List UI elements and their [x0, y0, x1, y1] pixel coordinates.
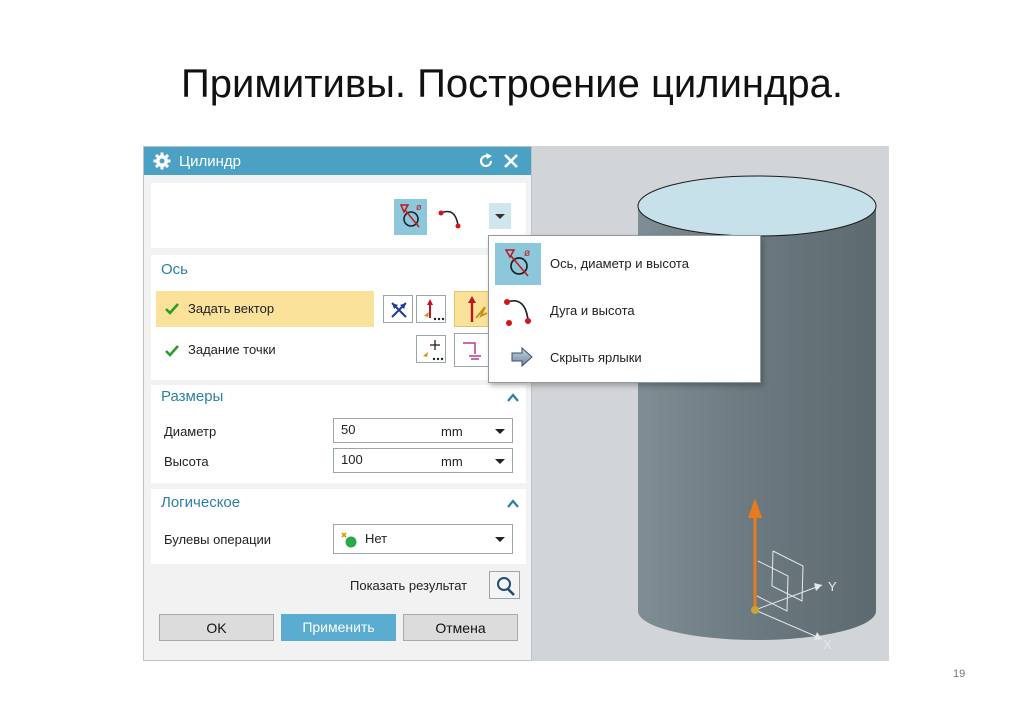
show-result-button[interactable] — [489, 571, 520, 599]
specify-vector-label: Задать вектор — [188, 301, 275, 316]
menu-item-label: Ось, диаметр и высота — [550, 256, 689, 271]
dimensions-section-heading[interactable]: Размеры — [161, 388, 223, 405]
axis-section-heading[interactable]: Ось — [161, 261, 188, 278]
y-axis-label: Y — [828, 579, 837, 594]
chevron-down-icon[interactable] — [495, 429, 505, 434]
dialog-titlebar: Цилиндр — [144, 147, 531, 175]
boolean-section-heading[interactable]: Логическое — [161, 494, 240, 511]
menu-item-label: Дуга и высота — [550, 303, 635, 318]
diameter-label: Диаметр — [164, 424, 217, 439]
arc-height-icon — [495, 290, 541, 332]
axis-diameter-height-icon: ø — [399, 202, 422, 228]
boolean-operations-select[interactable]: Нет — [333, 524, 513, 554]
point-constructor-icon — [423, 340, 444, 361]
height-value: 100 — [341, 452, 363, 467]
diameter-value: 50 — [341, 422, 356, 437]
vector-constructor-icon — [424, 299, 445, 321]
slide-title: Примитивы. Построение цилиндра. — [181, 62, 843, 106]
axis-diameter-height-icon: ø — [495, 243, 541, 285]
chevron-down-icon[interactable] — [495, 537, 505, 542]
arrow-right-icon — [495, 337, 541, 379]
x-axis-label: X — [823, 637, 832, 652]
svg-text:ø: ø — [524, 248, 530, 259]
page-number: 19 — [953, 668, 966, 680]
chevron-up-icon[interactable] — [506, 496, 520, 514]
menu-item-label: Скрыть ярлыки — [550, 350, 642, 365]
point-dialog-button[interactable] — [416, 335, 446, 363]
cad-screenshot: Y X Цилиндр ø Ось Задать вектор Задание … — [143, 146, 889, 661]
arc-height-icon — [438, 210, 461, 229]
specify-point-label: Задание точки — [188, 342, 276, 357]
svg-text:ø: ø — [416, 202, 422, 212]
cancel-button[interactable]: Отмена — [403, 614, 518, 641]
check-icon — [165, 302, 179, 320]
arc-height-type-button[interactable] — [436, 199, 469, 235]
axis-diameter-height-type-button[interactable]: ø — [394, 199, 427, 235]
chevron-down-icon — [495, 214, 505, 219]
chevron-up-icon[interactable] — [506, 390, 520, 408]
boolean-operations-label: Булевы операции — [164, 532, 272, 547]
cylinder-dialog: Цилиндр ø Ось Задать вектор Задание точк… — [143, 146, 532, 661]
type-panel: ø — [151, 183, 526, 248]
gear-icon[interactable] — [153, 152, 171, 175]
menu-item-hide-labels[interactable]: Скрыть ярлыки — [489, 333, 760, 379]
show-result-label: Показать результат — [350, 578, 468, 593]
diameter-field[interactable]: 50 mm — [333, 418, 513, 443]
close-icon[interactable] — [502, 152, 520, 175]
cylinder-top-face — [637, 175, 877, 237]
boolean-operations-value: Нет — [365, 531, 388, 546]
cylinder-type-menu: ø Ось, диаметр и высота Дуга и высота Ск… — [488, 235, 761, 383]
menu-item-axis-diameter-height[interactable]: ø Ось, диаметр и высота — [489, 239, 760, 285]
reset-icon[interactable] — [477, 152, 495, 175]
check-icon — [165, 344, 179, 362]
height-label: Высота — [164, 454, 209, 469]
reverse-direction-button[interactable] — [383, 295, 413, 323]
vector-dialog-button[interactable] — [416, 295, 446, 323]
graphics-viewport[interactable]: Y X — [532, 146, 889, 661]
ok-button[interactable]: OK — [159, 614, 274, 641]
diameter-unit: mm — [441, 424, 463, 439]
magnifier-icon — [497, 577, 515, 596]
apply-button[interactable]: Применить — [281, 614, 396, 641]
cylinder-model: Y X — [637, 175, 877, 652]
chevron-down-icon[interactable] — [495, 459, 505, 464]
dialog-title: Цилиндр — [179, 153, 241, 170]
height-unit: mm — [441, 454, 463, 469]
menu-item-arc-height[interactable]: Дуга и высота — [489, 286, 760, 332]
reverse-direction-icon — [391, 302, 407, 318]
height-field[interactable]: 100 mm — [333, 448, 513, 473]
type-dropdown-button[interactable] — [489, 203, 511, 229]
no-boolean-icon — [339, 531, 359, 554]
